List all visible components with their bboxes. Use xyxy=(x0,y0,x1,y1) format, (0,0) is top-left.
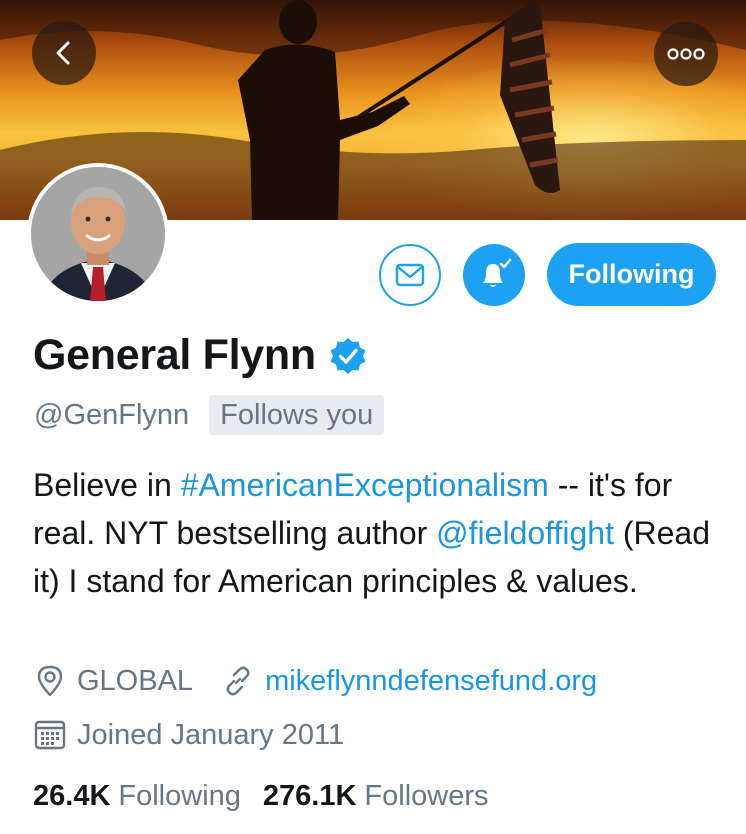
following-count[interactable]: 26.4K xyxy=(33,780,110,813)
follows-you-badge: Follows you xyxy=(209,395,385,435)
handle-row: @GenFlynn Follows you xyxy=(34,395,385,435)
website-link[interactable]: mikeflynndefensefund.org xyxy=(265,665,597,698)
joined-row: Joined January 2011 xyxy=(33,718,344,752)
user-handle: @GenFlynn xyxy=(34,398,190,431)
chevron-left-icon xyxy=(56,41,70,65)
follow-stats: 26.4K Following 276.1K Followers xyxy=(33,780,489,813)
calendar-icon xyxy=(34,720,66,750)
following-button[interactable]: Following xyxy=(547,243,716,306)
location-pin-icon xyxy=(37,665,63,697)
joined-date: Joined January 2011 xyxy=(77,718,345,751)
profile-bio: Believe in #AmericanExceptionalism -- it… xyxy=(33,461,723,605)
verified-badge-icon xyxy=(330,337,366,374)
name-row: General Flynn xyxy=(33,331,368,380)
avatar[interactable] xyxy=(27,163,169,305)
avatar-photo xyxy=(31,167,165,301)
following-label[interactable]: Following xyxy=(118,780,241,813)
link-icon xyxy=(226,666,250,696)
location-text: GLOBAL xyxy=(77,664,194,697)
more-dots-icon xyxy=(667,48,705,60)
followers-count[interactable]: 276.1K xyxy=(263,780,357,813)
more-options-button[interactable] xyxy=(654,22,718,86)
notifications-button[interactable] xyxy=(463,244,525,306)
display-name: General Flynn xyxy=(33,331,316,379)
avatar-portrait-image xyxy=(31,167,165,301)
bell-check-icon xyxy=(483,258,512,287)
message-button[interactable] xyxy=(379,244,441,306)
followers-label[interactable]: Followers xyxy=(364,780,488,813)
back-button[interactable] xyxy=(32,21,96,85)
bio-text: Believe in xyxy=(33,467,181,503)
profile-meta-row: GLOBAL mikeflynndefensefund.org xyxy=(33,664,597,698)
bio-hashtag-link[interactable]: #AmericanExceptionalism xyxy=(181,467,549,503)
envelope-icon xyxy=(395,263,425,287)
bio-mention-link[interactable]: @fieldoffight xyxy=(436,515,614,551)
